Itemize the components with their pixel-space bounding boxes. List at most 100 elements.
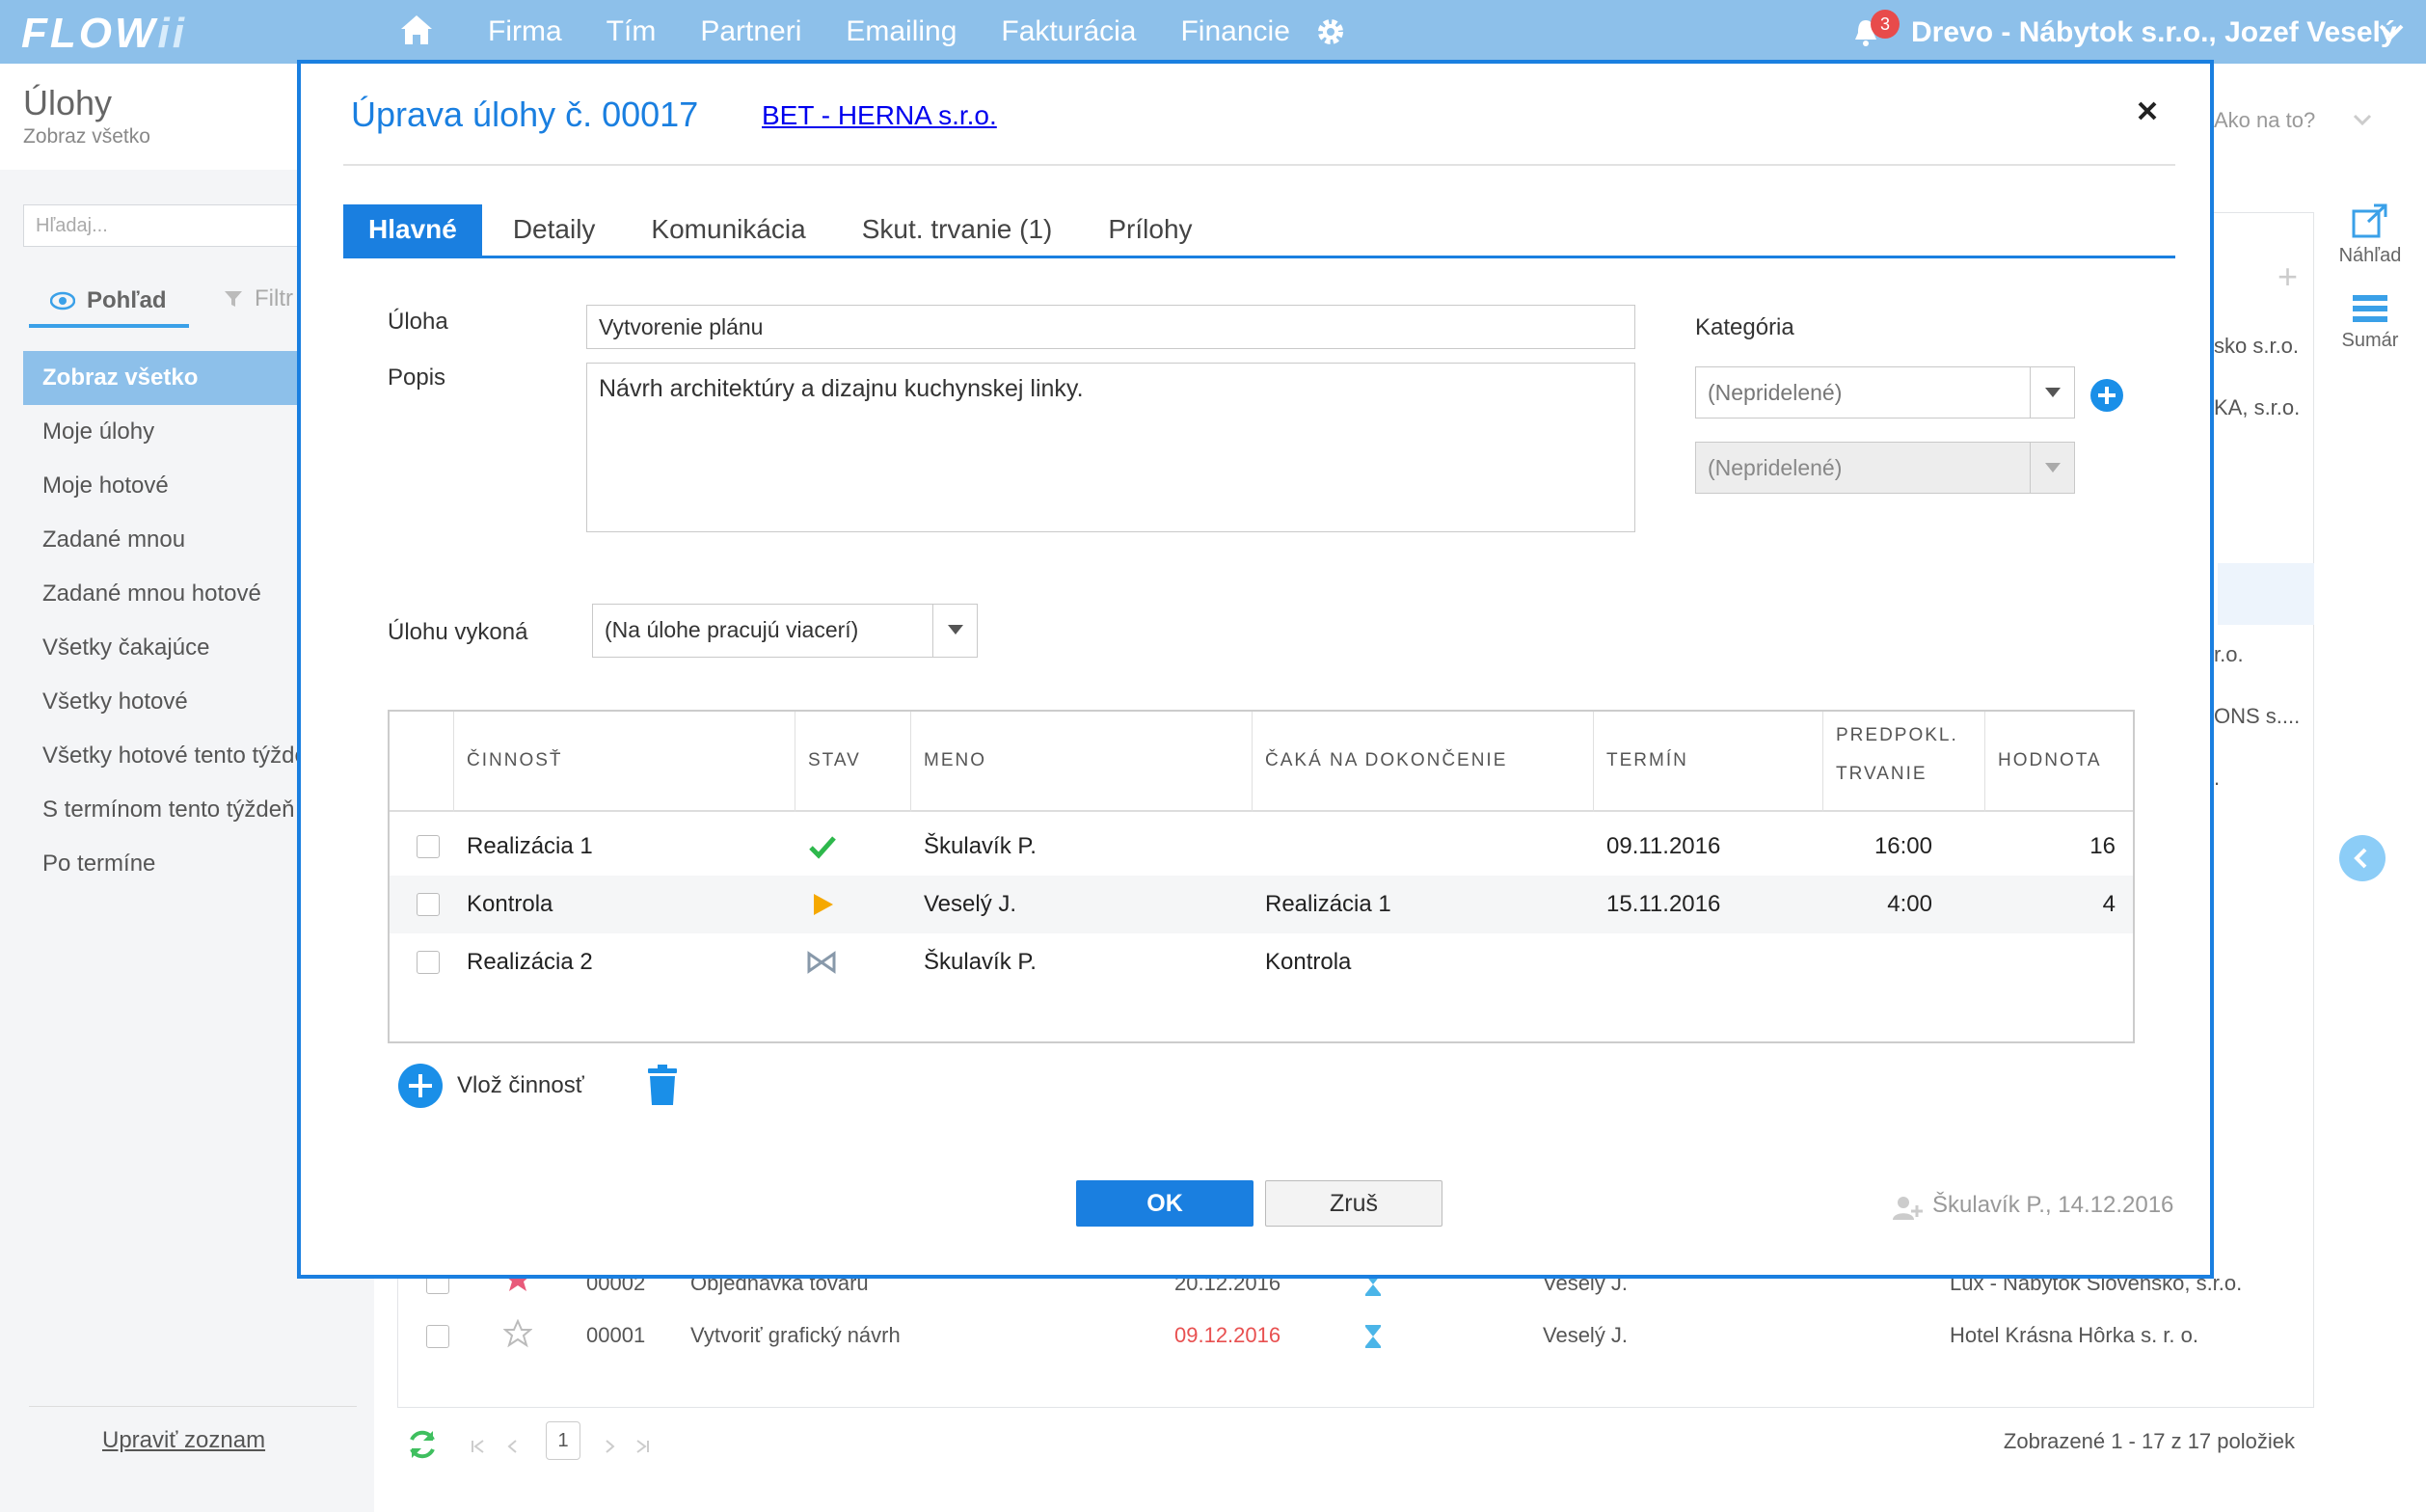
dropdown-arrow: [2030, 443, 2074, 493]
row-id: 00001: [586, 1323, 646, 1347]
header-status[interactable]: STAV: [808, 712, 861, 812]
tab-filter[interactable]: Filtr: [224, 285, 293, 312]
tab-main[interactable]: Hlavné: [343, 204, 482, 256]
row-fragment: r.o.: [2214, 642, 2244, 666]
selected-row-highlight: [2218, 563, 2314, 625]
category-select[interactable]: (Nepridelené): [1695, 366, 2075, 418]
chevron-down-icon[interactable]: [2353, 114, 2372, 127]
value-cell: 4: [2102, 891, 2116, 917]
user-menu[interactable]: Drevo - Nábytok s.r.o., Jozef Veselý: [1911, 16, 2397, 49]
last-page-icon[interactable]: [634, 1439, 650, 1454]
page-title: Úlohy: [23, 83, 113, 122]
divider: [343, 164, 2175, 166]
activity-cell: Realizácia 1: [467, 833, 593, 859]
waits-for-cell: Realizácia 1: [1265, 891, 1391, 917]
client-link[interactable]: BET - HERNA s.r.o.: [762, 100, 997, 131]
flowii-logo[interactable]: FLOWii: [21, 10, 187, 58]
edit-list-link[interactable]: Upraviť zoznam: [102, 1427, 265, 1454]
value-cell: 16: [2089, 833, 2116, 859]
nav-firma[interactable]: Firma: [488, 15, 562, 48]
list-icon: [2353, 295, 2387, 322]
row-name: Vytvoriť grafický návrh: [690, 1323, 901, 1347]
row-checkbox[interactable]: [426, 1325, 449, 1348]
waits-for-cell: Kontrola: [1265, 949, 1352, 975]
play-icon: [814, 894, 833, 915]
edit-task-modal: Úprava úlohy č. 00017 BET - HERNA s.r.o.…: [297, 60, 2214, 1279]
close-icon[interactable]: [2137, 100, 2158, 122]
search-input[interactable]: Hľadaj...: [23, 204, 312, 247]
star-icon[interactable]: [503, 1319, 532, 1348]
dropdown-arrow[interactable]: [2030, 367, 2074, 418]
table-row[interactable]: 00001 Vytvoriť grafický návrh 09.12.2016…: [397, 1306, 2314, 1365]
row-checkbox[interactable]: [417, 951, 440, 974]
tab-view[interactable]: Pohľad: [29, 285, 189, 328]
gear-icon[interactable]: [1315, 16, 1346, 47]
subcategory-value: (Nepridelené): [1708, 455, 1843, 480]
subcategory-select: (Nepridelené): [1695, 442, 2075, 494]
header-expected-duration[interactable]: PREDPOKL. TRVANIE: [1836, 712, 1958, 812]
hourglass-icon: [1365, 1325, 1381, 1348]
task-label: Úloha: [388, 309, 448, 335]
tab-attachments[interactable]: Prílohy: [1083, 204, 1217, 256]
chevron-left-icon: [2354, 848, 2367, 869]
add-category-icon[interactable]: [2089, 378, 2124, 413]
first-page-icon[interactable]: [471, 1439, 486, 1454]
assignee-select[interactable]: (Na úlohe pracujú viacerí): [592, 604, 978, 658]
nav-partneri[interactable]: Partneri: [700, 15, 801, 48]
prev-page-icon[interactable]: [505, 1439, 521, 1454]
nav-tim[interactable]: Tím: [606, 15, 657, 48]
summary-button[interactable]: Sumár: [2332, 293, 2409, 352]
ok-button[interactable]: OK: [1076, 1180, 1253, 1227]
page-number[interactable]: 1: [546, 1421, 580, 1460]
caret-down-icon: [2045, 463, 2061, 472]
add-activity-icon[interactable]: [397, 1063, 444, 1109]
header-expected: PREDPOKL.: [1836, 725, 1958, 745]
duration-cell: 4:00: [1887, 891, 1932, 917]
add-icon[interactable]: +: [2278, 256, 2298, 297]
header-name[interactable]: MENO: [924, 712, 986, 812]
tab-details[interactable]: Detaily: [488, 204, 621, 256]
next-page-icon[interactable]: [602, 1439, 617, 1454]
cancel-button[interactable]: Zruš: [1265, 1180, 1442, 1227]
deadline-cell: 15.11.2016: [1606, 891, 1721, 917]
author-info: Škulavík P., 14.12.2016: [1932, 1192, 2174, 1218]
table-row[interactable]: Kontrola Veselý J. Realizácia 1 15.11.20…: [390, 876, 2133, 933]
tab-actual-duration[interactable]: Skut. trvanie (1): [837, 204, 1078, 256]
header-deadline[interactable]: TERMÍN: [1606, 712, 1688, 812]
header-waits-for[interactable]: ČAKÁ NA DOKONČENIE: [1265, 712, 1507, 812]
summary-label: Sumár: [2341, 330, 2399, 351]
notification-badge[interactable]: 3: [1871, 10, 1900, 39]
trash-icon[interactable]: [646, 1065, 679, 1107]
description-label: Popis: [388, 364, 446, 391]
user-add-icon: [1893, 1197, 1923, 1220]
home-icon[interactable]: [399, 14, 434, 46]
collapse-panel-button[interactable]: [2339, 835, 2386, 881]
help-link[interactable]: Ako na to?: [2214, 108, 2315, 133]
tab-communication[interactable]: Komunikácia: [626, 204, 830, 256]
nav-fakturacia[interactable]: Fakturácia: [1001, 15, 1136, 48]
task-input[interactable]: Vytvorenie plánu: [586, 305, 1635, 349]
description-textarea[interactable]: Návrh architektúry a dizajnu kuchynskej …: [586, 363, 1635, 532]
check-icon: [809, 836, 836, 859]
nav-financie[interactable]: Financie: [1180, 15, 1289, 48]
refresh-icon[interactable]: [405, 1427, 440, 1462]
assignee-value: (Na úlohe pracujú viacerí): [605, 617, 859, 642]
add-activity-button[interactable]: Vlož činnosť: [457, 1072, 584, 1099]
row-checkbox[interactable]: [417, 835, 440, 858]
header-value[interactable]: HODNOTA: [1998, 712, 2102, 812]
duration-cell: 16:00: [1873, 833, 1932, 859]
row-checkbox[interactable]: [417, 893, 440, 916]
table-row[interactable]: Realizácia 2 Škulavík P. Kontrola: [390, 933, 2133, 991]
row-date: 09.12.2016: [1174, 1323, 1281, 1347]
dropdown-arrow[interactable]: [932, 605, 977, 657]
nav-emailing[interactable]: Emailing: [846, 15, 957, 48]
external-link-icon: [2352, 203, 2387, 238]
preview-button[interactable]: Náhľad: [2332, 202, 2409, 267]
category-label: Kategória: [1695, 314, 1794, 340]
table-row[interactable]: Realizácia 1 Škulavík P. 09.11.2016 16:0…: [390, 818, 2133, 876]
row-company: Hotel Krásna Hôrka s. r. o.: [1950, 1323, 2198, 1347]
chevron-down-icon[interactable]: [2378, 23, 2405, 40]
row-person: Veselý J.: [1543, 1323, 1629, 1347]
row-fragment: .: [2214, 766, 2221, 790]
header-activity[interactable]: ČINNOSŤ: [467, 712, 563, 812]
